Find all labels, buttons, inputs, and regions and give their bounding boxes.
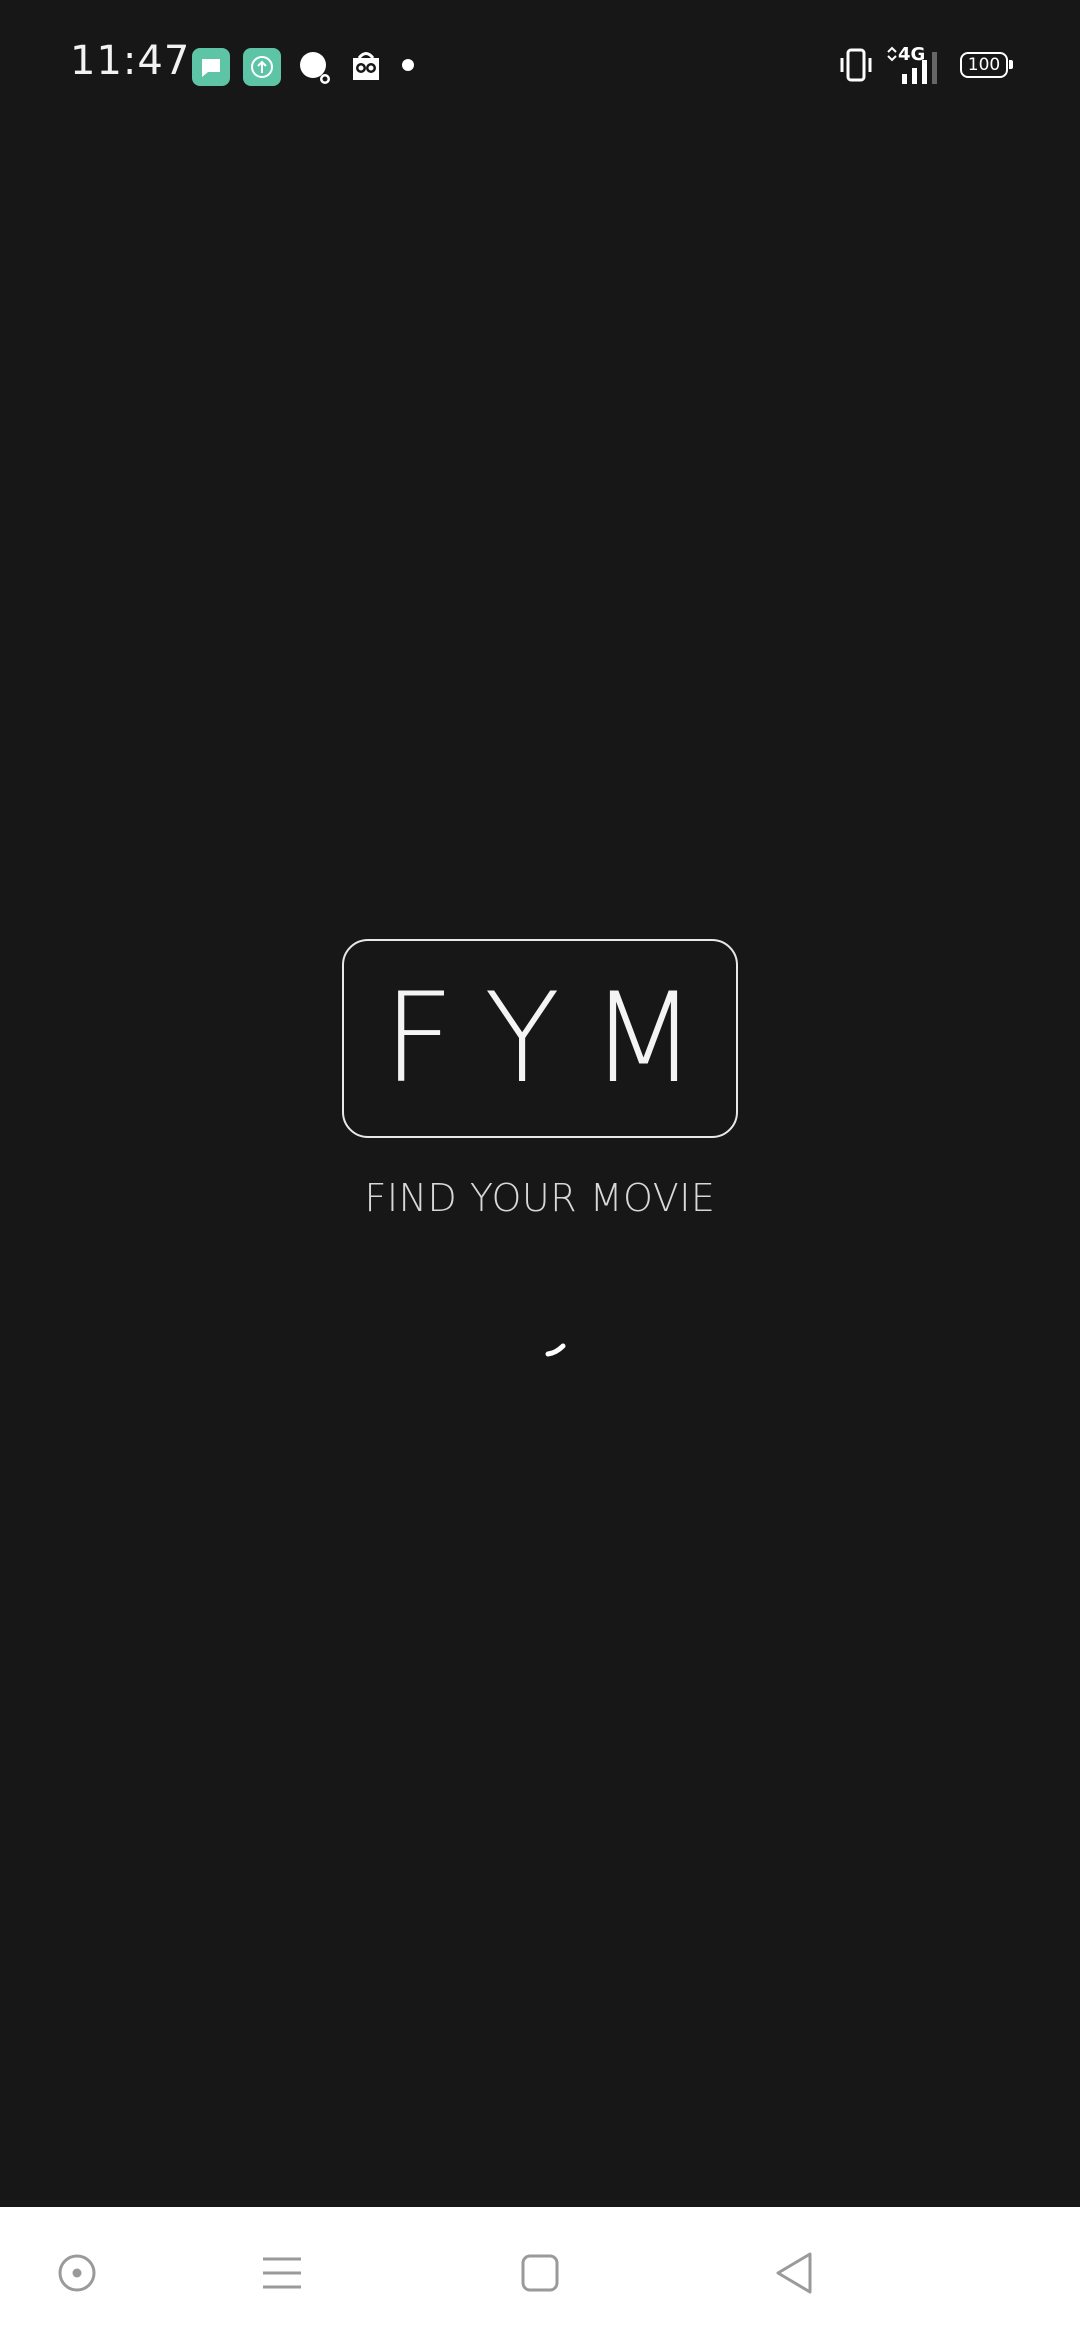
back-button[interactable] (764, 2241, 828, 2305)
logo-text: FYM (382, 967, 728, 1111)
battery-icon: 100 (960, 52, 1013, 78)
splash-screen: 11:47 4G 100 FYM FIND YOUR MOVIE (0, 0, 1080, 2340)
menu-button[interactable] (250, 2241, 314, 2305)
network-type-label: 4G (898, 44, 926, 65)
app-logo: FYM (342, 939, 738, 1138)
navigation-bar (0, 2207, 1080, 2340)
status-time: 11:47 (70, 38, 191, 84)
status-bar: 11:47 4G 100 (0, 0, 1080, 132)
upload-app-icon (243, 48, 281, 86)
message-app-icon (192, 48, 230, 86)
battery-level: 100 (967, 55, 1001, 75)
owl-app-icon (353, 52, 379, 80)
loading-spinner (545, 1343, 566, 1357)
search-app-icon (300, 52, 330, 84)
app-tagline: FIND YOUR MOVIE (364, 1176, 716, 1220)
vibrate-icon (840, 48, 872, 82)
battery-cap (1009, 60, 1013, 69)
more-notifications-dot (402, 59, 414, 71)
home-button[interactable] (508, 2241, 572, 2305)
assistant-button[interactable] (45, 2241, 109, 2305)
